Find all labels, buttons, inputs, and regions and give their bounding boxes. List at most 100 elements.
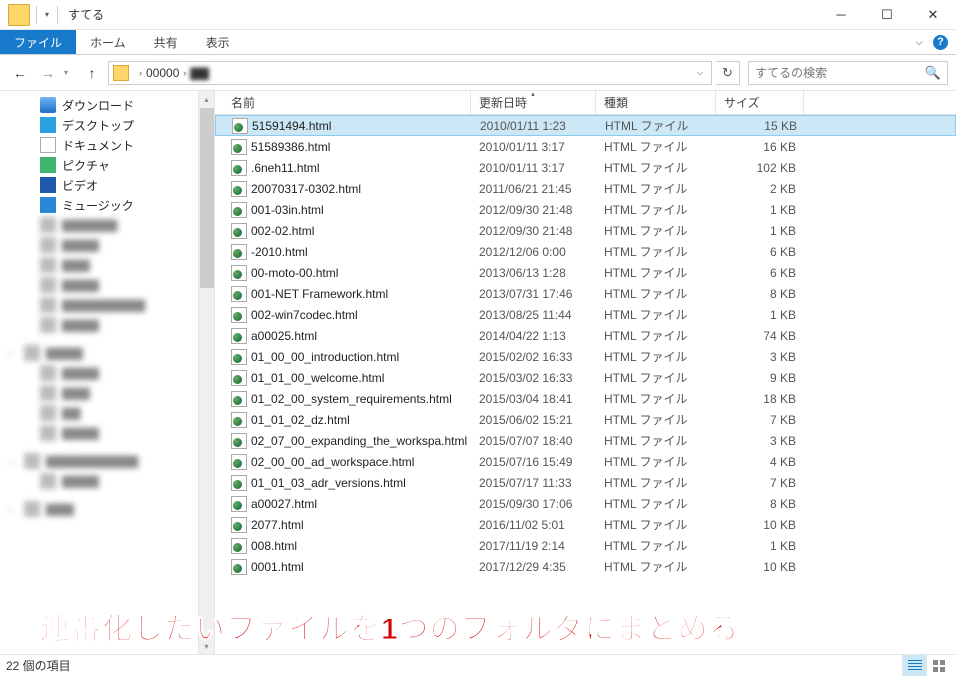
- address-bar[interactable]: › 00000 › ▇▇ ⌵: [108, 61, 712, 85]
- forward-button[interactable]: →: [36, 61, 60, 85]
- tree-item-obscured[interactable]: ›▇▇▇▇: [0, 343, 214, 363]
- tab-share[interactable]: 共有: [140, 30, 192, 54]
- obscured-icon: [40, 473, 56, 489]
- file-size: 7 KB: [716, 413, 804, 427]
- tree-item-obscured[interactable]: ▇▇▇: [0, 383, 214, 403]
- refresh-button[interactable]: ↻: [716, 61, 740, 85]
- file-row[interactable]: 002-02.html2012/09/30 21:48HTML ファイル1 KB: [215, 220, 956, 241]
- file-row[interactable]: 01_00_00_introduction.html2015/02/02 16:…: [215, 346, 956, 367]
- tree-item-obscured[interactable]: ›▇▇▇: [0, 499, 214, 519]
- file-row[interactable]: 001-NET Framework.html2013/07/31 17:46HT…: [215, 283, 956, 304]
- file-row[interactable]: 51589386.html2010/01/11 3:17HTML ファイル16 …: [215, 136, 956, 157]
- tree-item-documents[interactable]: ドキュメント: [0, 135, 214, 155]
- qat-dropdown-icon[interactable]: ▾: [39, 7, 55, 23]
- column-date[interactable]: ▴更新日時: [471, 91, 596, 114]
- search-input[interactable]: [755, 66, 925, 80]
- chevron-right-icon[interactable]: ›: [8, 504, 11, 514]
- file-row[interactable]: -2010.html2012/12/06 0:00HTML ファイル6 KB: [215, 241, 956, 262]
- file-row[interactable]: 51591494.html2010/01/11 1:23HTML ファイル15 …: [215, 115, 956, 136]
- back-button[interactable]: ←: [8, 61, 32, 85]
- up-button[interactable]: ↑: [80, 61, 104, 85]
- file-name: 51589386.html: [251, 140, 330, 154]
- chevron-right-icon[interactable]: ›: [8, 348, 11, 358]
- scroll-thumb[interactable]: [200, 108, 214, 288]
- tree-item-obscured[interactable]: ▇▇▇▇: [0, 315, 214, 335]
- file-size: 10 KB: [716, 560, 804, 574]
- navigation-tree[interactable]: ダウンロード デスクトップ ドキュメント ピクチャ ビデオ ミュージック ▇▇▇…: [0, 91, 215, 654]
- file-row[interactable]: 01_01_00_welcome.html2015/03/02 16:33HTM…: [215, 367, 956, 388]
- tree-item-videos[interactable]: ビデオ: [0, 175, 214, 195]
- html-file-icon: [231, 160, 247, 176]
- file-row[interactable]: 00-moto-00.html2013/06/13 1:28HTML ファイル6…: [215, 262, 956, 283]
- html-file-icon: [231, 496, 247, 512]
- details-view-button[interactable]: [902, 655, 926, 676]
- tree-item-desktop[interactable]: デスクトップ: [0, 115, 214, 135]
- file-row[interactable]: 001-03in.html2012/09/30 21:48HTML ファイル1 …: [215, 199, 956, 220]
- file-date: 2013/06/13 1:28: [471, 266, 596, 280]
- file-row[interactable]: 008.html2017/11/19 2:14HTML ファイル1 KB: [215, 535, 956, 556]
- tree-item-obscured[interactable]: ▇▇▇▇: [0, 235, 214, 255]
- tree-item-downloads[interactable]: ダウンロード: [0, 95, 214, 115]
- minimize-button[interactable]: ─: [818, 0, 864, 29]
- file-date: 2012/09/30 21:48: [471, 203, 596, 217]
- file-row[interactable]: 20070317-0302.html2011/06/21 21:45HTML フ…: [215, 178, 956, 199]
- tree-item-obscured[interactable]: ⌄▇▇▇▇▇▇▇▇▇▇: [0, 451, 214, 471]
- tab-view[interactable]: 表示: [192, 30, 244, 54]
- tab-file[interactable]: ファイル: [0, 30, 76, 54]
- file-row[interactable]: 01_01_03_adr_versions.html2015/07/17 11:…: [215, 472, 956, 493]
- file-row[interactable]: 02_00_00_ad_workspace.html2015/07/16 15:…: [215, 451, 956, 472]
- file-row[interactable]: 01_02_00_system_requirements.html2015/03…: [215, 388, 956, 409]
- chevron-right-icon[interactable]: ›: [139, 68, 142, 78]
- file-row[interactable]: 01_01_02_dz.html2015/06/02 15:21HTML ファイ…: [215, 409, 956, 430]
- close-button[interactable]: ✕: [910, 0, 956, 29]
- file-row[interactable]: 02_07_00_expanding_the_workspa.html2015/…: [215, 430, 956, 451]
- html-file-icon: [231, 559, 247, 575]
- tree-item-obscured[interactable]: ▇▇▇▇: [0, 471, 214, 491]
- tab-home[interactable]: ホーム: [76, 30, 140, 54]
- tree-scrollbar[interactable]: ▴ ▾: [198, 91, 214, 654]
- address-dropdown-icon[interactable]: ⌵: [693, 68, 707, 78]
- file-row[interactable]: 002-win7codec.html2013/08/25 11:44HTML フ…: [215, 304, 956, 325]
- chevron-right-icon[interactable]: ›: [183, 68, 186, 78]
- file-type: HTML ファイル: [596, 201, 716, 218]
- maximize-button[interactable]: ☐: [864, 0, 910, 29]
- ribbon-expand-icon[interactable]: ⌵: [915, 37, 923, 48]
- breadcrumb-segment-obscured[interactable]: ▇▇: [190, 66, 208, 80]
- file-row[interactable]: 0001.html2017/12/29 4:35HTML ファイル10 KB: [215, 556, 956, 577]
- column-type[interactable]: 種類: [596, 91, 716, 114]
- file-name: -2010.html: [251, 245, 308, 259]
- tree-item-music[interactable]: ミュージック: [0, 195, 214, 215]
- file-row[interactable]: a00025.html2014/04/22 1:13HTML ファイル74 KB: [215, 325, 956, 346]
- tree-item-obscured[interactable]: ▇▇▇▇: [0, 275, 214, 295]
- icons-view-button[interactable]: [926, 655, 950, 676]
- ribbon-tabs: ファイル ホーム 共有 表示 ⌵ ?: [0, 30, 956, 55]
- tree-item-obscured[interactable]: ▇▇▇▇▇▇▇▇▇: [0, 295, 214, 315]
- chevron-down-icon[interactable]: ⌄: [8, 456, 16, 467]
- history-dropdown-icon[interactable]: ▾: [64, 68, 76, 77]
- tree-item-obscured[interactable]: ▇▇▇▇: [0, 423, 214, 443]
- file-row[interactable]: a00027.html2015/09/30 17:06HTML ファイル8 KB: [215, 493, 956, 514]
- tree-item-obscured[interactable]: ▇▇▇▇▇▇: [0, 215, 214, 235]
- file-row[interactable]: 2077.html2016/11/02 5:01HTML ファイル10 KB: [215, 514, 956, 535]
- file-type: HTML ファイル: [596, 138, 716, 155]
- column-size[interactable]: サイズ: [716, 91, 804, 114]
- navigation-bar: ← → ▾ ↑ › 00000 › ▇▇ ⌵ ↻ 🔍: [0, 55, 956, 91]
- tree-item-obscured[interactable]: ▇▇▇: [0, 255, 214, 275]
- file-date: 2011/06/21 21:45: [471, 182, 596, 196]
- breadcrumb-segment[interactable]: 00000: [146, 66, 179, 80]
- icons-view-icon: [933, 660, 945, 672]
- window-title: すてる: [68, 6, 104, 23]
- tree-item-obscured[interactable]: ▇▇▇▇: [0, 363, 214, 383]
- file-rows[interactable]: 51591494.html2010/01/11 1:23HTML ファイル15 …: [215, 115, 956, 654]
- tree-item-obscured[interactable]: ▇▇: [0, 403, 214, 423]
- search-icon[interactable]: 🔍: [925, 65, 941, 81]
- file-row[interactable]: .6neh11.html2010/01/11 3:17HTML ファイル102 …: [215, 157, 956, 178]
- tree-item-pictures[interactable]: ピクチャ: [0, 155, 214, 175]
- help-icon[interactable]: ?: [933, 35, 948, 50]
- scroll-up-icon[interactable]: ▴: [204, 91, 208, 107]
- file-type: HTML ファイル: [596, 558, 716, 575]
- column-name[interactable]: 名前: [215, 91, 471, 114]
- main-content: ダウンロード デスクトップ ドキュメント ピクチャ ビデオ ミュージック ▇▇▇…: [0, 91, 956, 654]
- search-box[interactable]: 🔍: [748, 61, 948, 85]
- file-size: 1 KB: [716, 308, 804, 322]
